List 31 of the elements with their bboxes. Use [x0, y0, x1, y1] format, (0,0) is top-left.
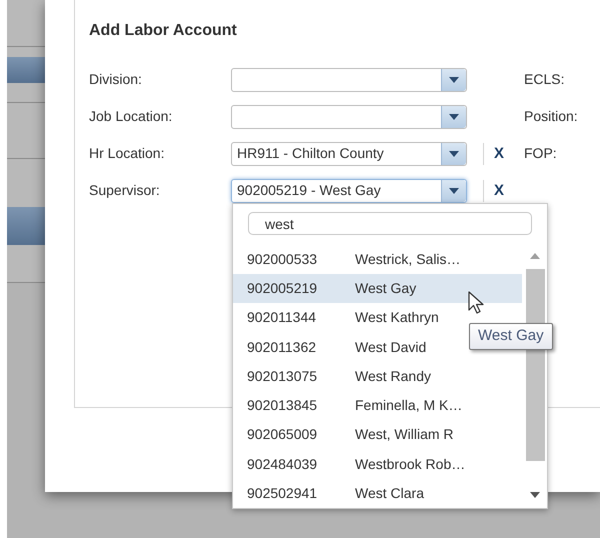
- list-item[interactable]: 902502941 West Clara: [233, 478, 522, 508]
- field-label: Job Location:: [89, 107, 174, 126]
- list-item[interactable]: 902000533 Westrick, Salis…: [233, 244, 522, 274]
- list-item[interactable]: 902013075 West Randy: [233, 362, 522, 391]
- list-item[interactable]: 902065009 West, William R: [233, 420, 522, 450]
- scroll-up-icon[interactable]: [530, 252, 540, 258]
- field-label: ECLS:: [524, 70, 564, 89]
- caret-icon: [449, 114, 459, 120]
- list-item[interactable]: 902013845 Feminella, M K…: [233, 390, 522, 420]
- dropdown-button[interactable]: [441, 142, 466, 164]
- combo-box[interactable]: 902005219 - West Gay: [231, 178, 467, 202]
- list-item[interactable]: 902005219 West Gay: [233, 274, 522, 304]
- dropdown-button[interactable]: [441, 68, 466, 90]
- dropdown-button[interactable]: [441, 180, 466, 202]
- clear-button[interactable]: X: [494, 183, 504, 198]
- clear-button[interactable]: X: [494, 146, 504, 161]
- tooltip: West Gay: [469, 323, 553, 350]
- dropdown-button[interactable]: [441, 106, 466, 128]
- field-label: Hr Location:: [89, 144, 166, 163]
- caret-icon: [449, 188, 459, 194]
- field-label: Supervisor:: [89, 181, 161, 200]
- list-item[interactable]: 902484039 Westbrook Rob…: [233, 450, 522, 479]
- mouse-cursor-icon: [468, 291, 486, 315]
- field-label: Position:: [524, 107, 578, 126]
- caret-icon: [449, 150, 459, 156]
- dialog-title: Add Labor Account: [89, 21, 237, 41]
- field-label: Division:: [89, 70, 143, 89]
- combo-box[interactable]: HR911 - Chilton County: [231, 142, 467, 166]
- caret-icon: [449, 76, 459, 82]
- field-label: FOP:: [524, 144, 557, 163]
- search-field[interactable]: west: [248, 212, 532, 235]
